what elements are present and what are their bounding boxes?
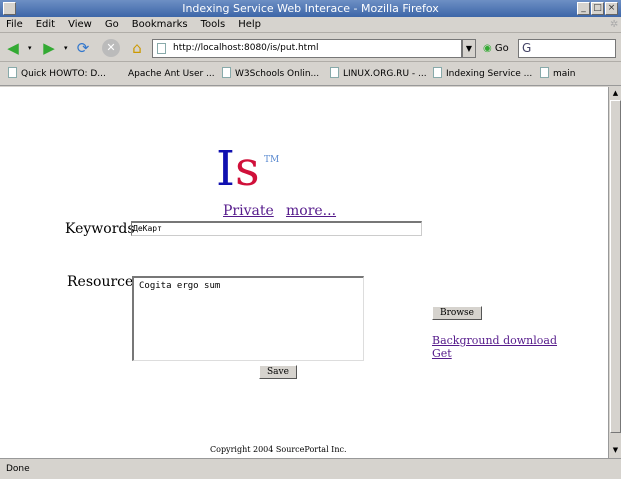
page-icon <box>8 67 17 78</box>
maximize-button[interactable]: □ <box>591 2 604 15</box>
trademark: TM <box>264 155 280 165</box>
title-bar: Indexing Service Web Interace - Mozilla … <box>0 0 621 17</box>
bookmark-item[interactable]: Quick HOWTO: D... <box>8 63 106 86</box>
resource-label: Resource <box>67 274 134 290</box>
minimize-button[interactable]: _ <box>577 2 590 15</box>
browse-button[interactable]: Browse <box>432 306 482 320</box>
menu-edit[interactable]: Edit <box>36 19 55 30</box>
search-input[interactable]: G <box>518 39 616 58</box>
window-title: Indexing Service Web Interace - Mozilla … <box>182 2 439 15</box>
menu-help[interactable]: Help <box>238 19 261 30</box>
reload-icon[interactable]: ⟳ <box>74 39 92 57</box>
bookmark-label: Indexing Service ... <box>446 69 533 79</box>
page-icon <box>330 67 339 78</box>
private-link[interactable]: Private <box>223 203 274 219</box>
menu-bookmarks[interactable]: Bookmarks <box>132 19 188 30</box>
get-link[interactable]: Get <box>432 347 452 360</box>
copyright: Copyright 2004 SourcePortal Inc. <box>210 445 347 454</box>
vertical-scrollbar[interactable]: ▲ ▼ <box>608 87 621 458</box>
navigation-toolbar: ◀ ▾ ▶ ▾ ⟳ ✕ ⌂ http://localhost:8080/is/p… <box>0 34 621 62</box>
scroll-down-icon[interactable]: ▼ <box>610 444 621 456</box>
go-icon: ◉ <box>483 43 492 54</box>
window-menu-button[interactable] <box>3 2 16 15</box>
bookmark-label: Quick HOWTO: D... <box>21 69 106 79</box>
bookmark-item[interactable]: main <box>540 63 576 86</box>
status-bar: Done <box>0 458 621 479</box>
throbber-icon: ✲ <box>610 19 619 30</box>
page-icon <box>433 67 442 78</box>
forward-dropdown-icon[interactable]: ▾ <box>64 44 68 52</box>
go-button[interactable]: ◉ Go <box>483 39 509 58</box>
back-icon[interactable]: ◀ <box>4 39 22 57</box>
menu-go[interactable]: Go <box>105 19 119 30</box>
bookmarks-toolbar: Quick HOWTO: D... Apache Ant User ... W3… <box>0 63 621 86</box>
bookmark-item[interactable]: Apache Ant User ... <box>128 63 215 86</box>
bookmark-label: LINUX.ORG.RU - ... <box>343 69 427 79</box>
logo: Is <box>216 143 260 195</box>
bookmark-item[interactable]: W3Schools Onlin... <box>222 63 319 86</box>
background-download-link[interactable]: Background download <box>432 334 557 347</box>
search-engine-icon: G <box>522 41 532 55</box>
bookmark-label: W3Schools Onlin... <box>235 69 320 79</box>
page-icon <box>157 43 166 54</box>
page-icon <box>222 67 231 78</box>
menu-view[interactable]: View <box>68 19 92 30</box>
scrollbar-thumb[interactable] <box>610 100 621 433</box>
forward-icon[interactable]: ▶ <box>40 39 58 57</box>
url-input[interactable]: http://localhost:8080/is/put.html <box>152 39 462 58</box>
go-label: Go <box>494 43 509 54</box>
save-button[interactable]: Save <box>259 365 297 379</box>
bookmark-label: main <box>553 69 576 79</box>
keywords-input[interactable]: ДеКарт <box>131 221 422 236</box>
status-text: Done <box>6 464 30 474</box>
home-icon[interactable]: ⌂ <box>128 39 146 57</box>
url-dropdown-button[interactable]: ▼ <box>462 39 476 58</box>
back-dropdown-icon[interactable]: ▾ <box>28 44 32 52</box>
scroll-up-icon[interactable]: ▲ <box>610 87 621 99</box>
more-link[interactable]: more... <box>286 203 336 219</box>
close-button[interactable]: × <box>605 2 618 15</box>
bookmark-label: Apache Ant User ... <box>128 69 215 79</box>
page-content: Is TM Private more... Keywords ДеКарт Re… <box>0 87 608 458</box>
logo-i: I <box>216 141 235 197</box>
page-icon <box>540 67 549 78</box>
logo-s: s <box>234 141 260 197</box>
menu-tools[interactable]: Tools <box>201 19 226 30</box>
stop-icon[interactable]: ✕ <box>102 39 120 57</box>
bookmark-item[interactable]: LINUX.ORG.RU - ... <box>330 63 427 86</box>
bookmark-item[interactable]: Indexing Service ... <box>433 63 532 86</box>
keywords-label: Keywords <box>65 221 135 237</box>
menu-file[interactable]: File <box>6 19 23 30</box>
menu-bar: File Edit View Go Bookmarks Tools Help ✲ <box>0 17 621 33</box>
resource-textarea[interactable]: Cogita ergo sum <box>132 276 364 361</box>
url-text: http://localhost:8080/is/put.html <box>173 43 319 53</box>
